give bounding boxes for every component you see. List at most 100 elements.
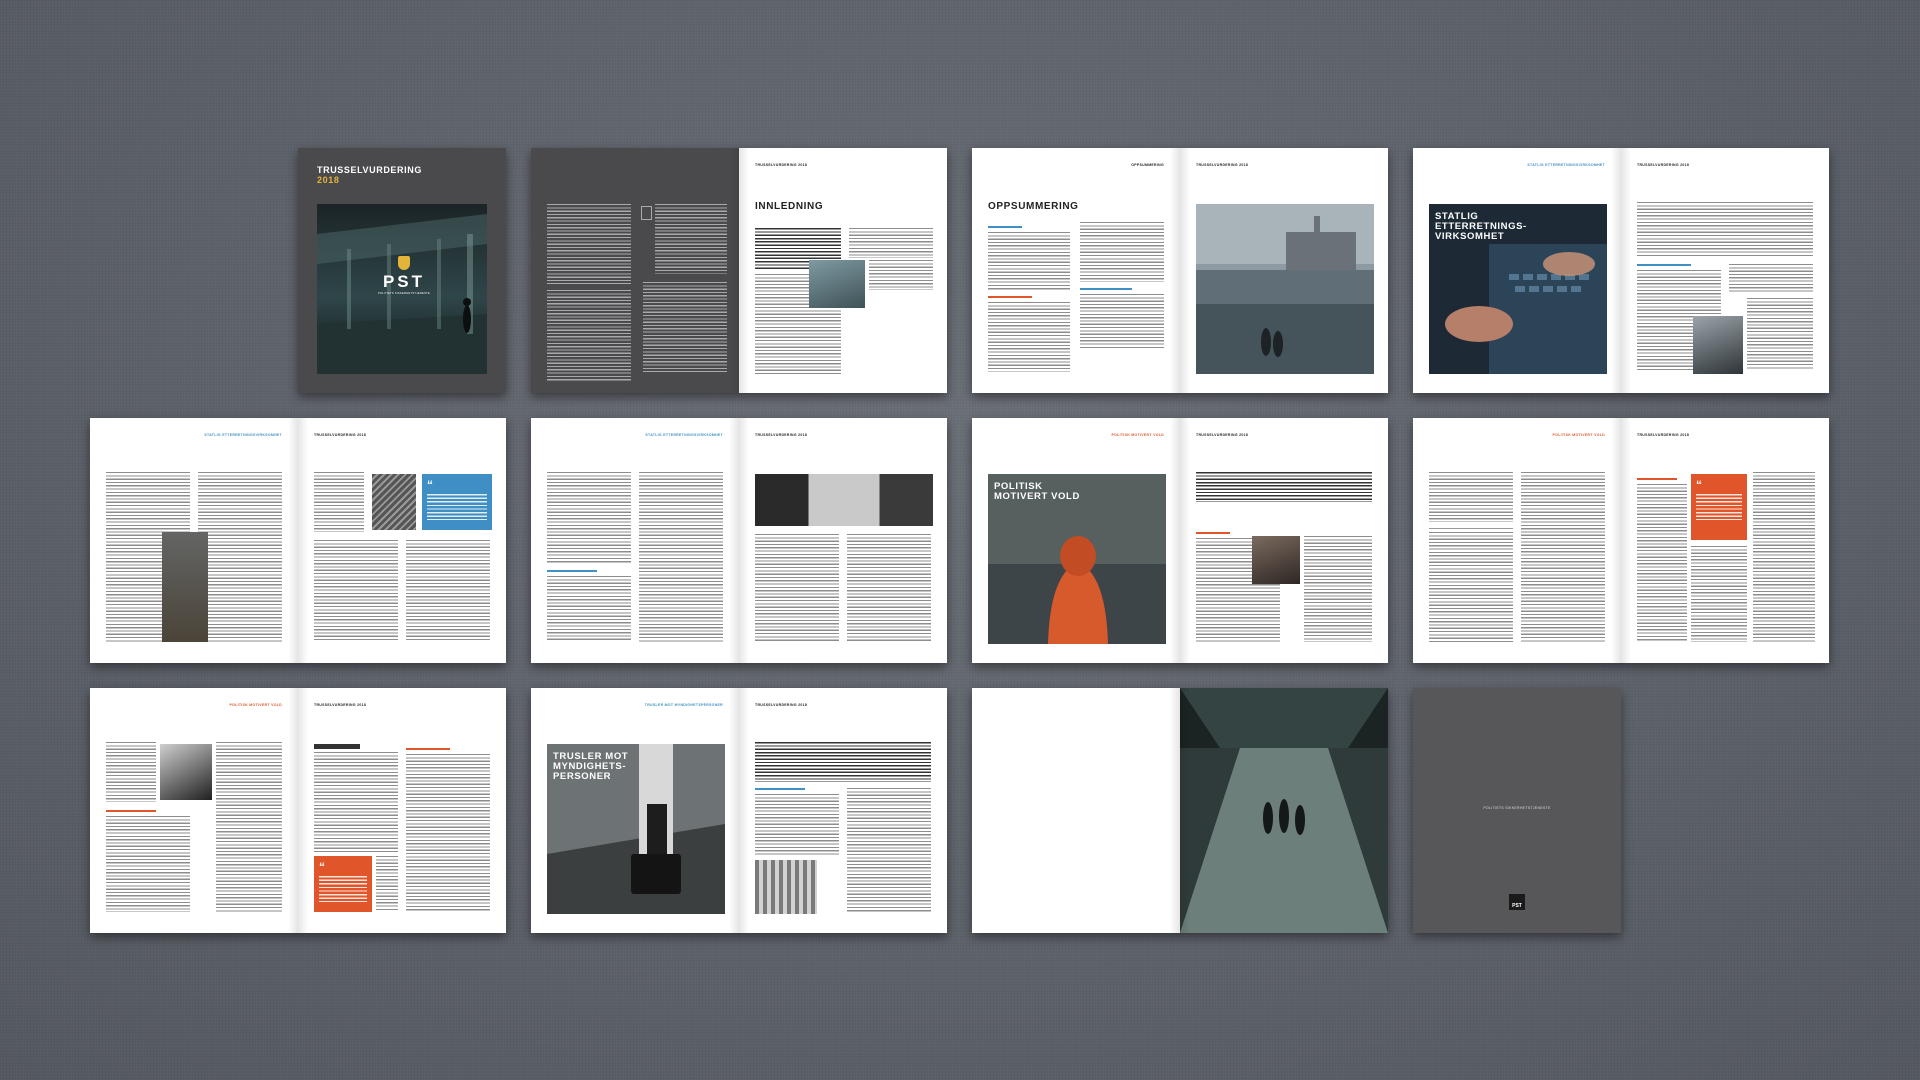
text-column — [1080, 294, 1164, 350]
text-column — [643, 282, 727, 372]
page-hallway-photo — [1180, 688, 1388, 933]
page-oppsummering: OPPSUMMERING OPPSUMMERING — [972, 148, 1180, 393]
divider — [1429, 528, 1513, 529]
page-text: POLITISK MOTIVERT VOLD — [90, 688, 298, 933]
page-harbor-photo: TRUSSELVURDERING 2018 — [1180, 148, 1388, 393]
subheading-bar — [988, 226, 1022, 228]
text-column — [1429, 472, 1513, 522]
text-column — [1691, 546, 1747, 642]
back-cover[interactable]: POLITIETS SIKKERHETSTJENESTE PST — [1413, 688, 1621, 933]
running-head: TRUSSELVURDERING 2018 — [755, 433, 808, 437]
page-blank — [972, 688, 1180, 933]
fact-box-header — [314, 744, 360, 749]
subheading-bar — [1637, 264, 1691, 266]
text-column — [198, 472, 282, 642]
cover-page[interactable]: TRUSSELVURDERING 2018 PST POLITIETS SIKK… — [298, 148, 506, 393]
section-title: OPPSUMMERING — [988, 201, 1079, 212]
page-text: POLITISK MOTIVERT VOLD — [1413, 418, 1621, 663]
subheading-bar — [988, 296, 1032, 298]
back-cover-org: POLITIETS SIKKERHETSTJENESTE — [1483, 806, 1551, 810]
running-head: TRUSSELVURDERING 2018 — [1196, 163, 1249, 167]
pst-logo-subtitle: POLITIETS SIKKERHETSTJENESTE — [377, 292, 431, 295]
text-column — [1637, 202, 1813, 258]
text-column — [106, 816, 190, 912]
text-column — [1304, 536, 1372, 642]
building-photo — [755, 860, 817, 914]
text-column — [655, 204, 727, 274]
page-statlig-text: TRUSSELVURDERING 2018 — [1621, 148, 1829, 393]
door-photo — [755, 474, 933, 526]
running-head: STATLIG ETTERRETNINGSVIRKSOMHET — [204, 433, 282, 437]
text-column — [1521, 472, 1605, 642]
page-foreword — [531, 148, 739, 393]
text-column — [406, 540, 490, 640]
section-title: INNLEDNING — [755, 201, 824, 212]
cover-year: 2018 — [317, 175, 340, 185]
running-head: TRUSSELVURDERING 2018 — [755, 703, 808, 707]
subheading-bar — [406, 748, 450, 750]
spread-politisk[interactable]: POLITISK MOTIVERT VOLD POLITISK MOTIVERT… — [972, 418, 1388, 663]
lead-paragraph — [755, 742, 931, 782]
server-photo — [372, 474, 416, 530]
spread-hallway[interactable] — [972, 688, 1388, 933]
inline-photo — [809, 260, 865, 308]
hallway-photo — [1180, 688, 1388, 933]
running-head: OPPSUMMERING — [1131, 163, 1164, 167]
spread-oppsummering[interactable]: OPPSUMMERING OPPSUMMERING TRUSSELVURDERI… — [972, 148, 1388, 393]
page-statlig-opener: STATLIG ETTERRETNINGSVIRKSOMHET STATLIG … — [1413, 148, 1621, 393]
pull-quote: “ — [314, 856, 372, 912]
running-head: TRUSSELVURDERING 2018 — [314, 433, 367, 437]
text-column — [314, 752, 398, 852]
running-head: TRUSSELVURDERING 2018 — [314, 703, 367, 707]
text-column — [406, 754, 490, 912]
presentation-board: { "cover": { "title": "TRUSSELVURDERING"… — [0, 0, 1920, 1080]
inline-photo — [1693, 316, 1743, 374]
harbor-photo — [1196, 204, 1374, 374]
subheading-bar — [1196, 532, 1230, 534]
spread-politisk-2[interactable]: POLITISK MOTIVERT VOLD TRUSSELVURDERING … — [1413, 418, 1829, 663]
running-head: POLITISK MOTIVERT VOLD — [229, 703, 282, 707]
building-photo — [162, 532, 208, 642]
page-innledning: TRUSSELVURDERING 2018 INNLEDNING — [739, 148, 947, 393]
text-column — [988, 232, 1070, 290]
text-column — [869, 260, 933, 290]
running-head: TRUSSELVURDERING 2018 — [755, 163, 808, 167]
page-text: STATLIG ETTERRETNINGSVIRKSOMHET — [90, 418, 298, 663]
subheading-bar — [1637, 478, 1677, 480]
text-column — [547, 576, 631, 642]
subheading-bar — [755, 788, 805, 790]
running-head: TRUSLER MOT MYNDIGHETSPERSONER — [644, 703, 723, 707]
spread-statlig-3[interactable]: STATLIG ETTERRETNINGSVIRKSOMHET TRUSSELV… — [531, 418, 947, 663]
running-head: POLITISK MOTIVERT VOLD — [1552, 433, 1605, 437]
text-column — [639, 472, 723, 642]
page-text: TRUSSELVURDERING 2018 — [1180, 418, 1388, 663]
section-title: TRUSLER MOT MYNDIGHETS-PERSONER — [553, 751, 629, 782]
running-head: STATLIG ETTERRETNINGSVIRKSOMHET — [1527, 163, 1605, 167]
page-text: TRUSSELVURDERING 2018 “ — [298, 418, 506, 663]
page-trusler-opener: TRUSLER MOT MYNDIGHETSPERSONER TRUSLER M… — [531, 688, 739, 933]
text-column — [755, 534, 839, 642]
page-text: TRUSSELVURDERING 2018 — [739, 688, 947, 933]
inline-photo — [1252, 536, 1300, 584]
text-column — [547, 290, 631, 382]
spread-statlig[interactable]: STATLIG ETTERRETNINGSVIRKSOMHET STATLIG … — [1413, 148, 1829, 393]
running-head: POLITISK MOTIVERT VOLD — [1111, 433, 1164, 437]
spread-innledning[interactable]: TRUSSELVURDERING 2018 INNLEDNING — [531, 148, 947, 393]
pull-quote: “ — [1691, 474, 1747, 540]
subheading-bar — [106, 810, 156, 812]
subheading-bar — [1080, 288, 1132, 290]
pst-logo-small: PST — [1509, 894, 1525, 910]
street-photo — [160, 744, 212, 800]
spread-trusler[interactable]: TRUSLER MOT MYNDIGHETSPERSONER TRUSLER M… — [531, 688, 947, 933]
signature-icon — [641, 206, 652, 220]
pull-quote: “ — [422, 474, 492, 530]
text-column — [314, 472, 364, 532]
section-title: STATLIG ETTERRETNINGS-VIRKSOMHET — [1435, 211, 1527, 242]
lion-shield-icon — [398, 256, 410, 270]
text-column — [1637, 484, 1687, 642]
text-column — [988, 302, 1070, 372]
spread-statlig-2[interactable]: STATLIG ETTERRETNINGSVIRKSOMHET TRUSSELV… — [90, 418, 506, 663]
section-title: POLITISK MOTIVERT VOLD — [994, 481, 1080, 502]
spread-politisk-3[interactable]: POLITISK MOTIVERT VOLD TRUSSELVURDERING … — [90, 688, 506, 933]
pst-logo: PST POLITIETS SIKKERHETSTJENESTE — [376, 256, 432, 295]
